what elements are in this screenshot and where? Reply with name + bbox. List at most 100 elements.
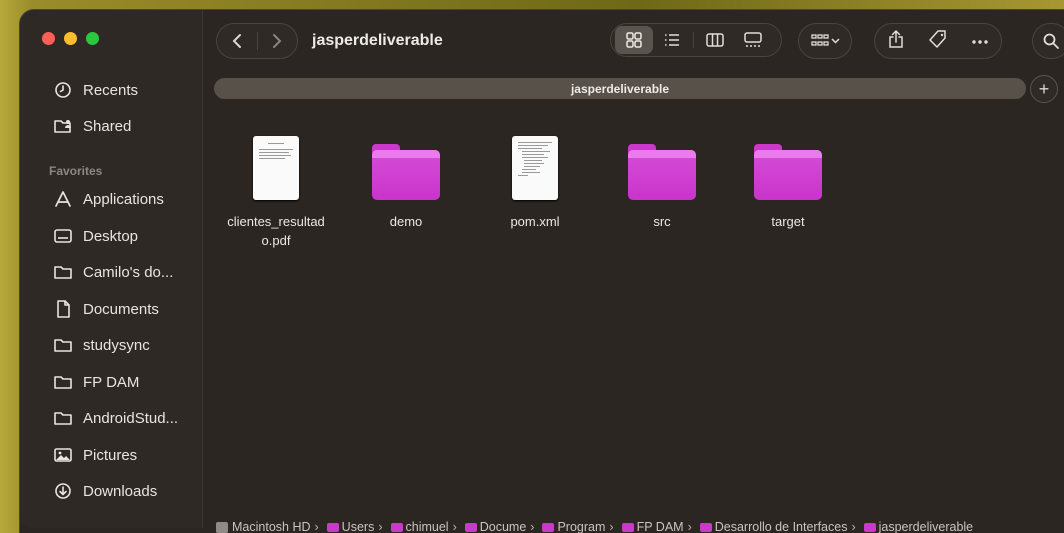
desktop-icon — [53, 226, 73, 246]
window-title: jasperdeliverable — [312, 32, 443, 49]
file-item[interactable]: pom.xml — [479, 130, 591, 231]
sidebar-item-camilos-docs[interactable]: Camilo's do... — [53, 260, 173, 284]
path-crumb-root[interactable]: Macintosh HD — [216, 520, 311, 533]
path-crumb[interactable]: FP DAM — [618, 520, 684, 533]
sidebar-item-androidstudio[interactable]: AndroidStud... — [53, 406, 178, 430]
path-crumb[interactable]: chimuel — [387, 520, 449, 533]
file-name: src — [653, 214, 671, 229]
sidebar-item-label: Camilo's do... — [83, 263, 174, 281]
navigation-controls — [216, 23, 298, 59]
sidebar-item-label: Downloads — [83, 482, 158, 500]
columns-icon — [706, 33, 724, 47]
sidebar-item-pictures[interactable]: Pictures — [53, 443, 137, 467]
applications-icon — [53, 189, 73, 209]
forward-button[interactable] — [257, 24, 297, 58]
chevron-right-icon: › — [378, 520, 383, 533]
search-button[interactable] — [1032, 23, 1064, 59]
hard-drive-icon — [216, 521, 228, 533]
chevron-right-icon: › — [609, 520, 614, 533]
list-icon — [665, 34, 679, 46]
sidebar-item-label: Documents — [83, 300, 159, 318]
back-button[interactable] — [217, 24, 257, 58]
file-name: pom.xml — [510, 214, 560, 229]
clock-icon — [53, 80, 73, 100]
tag-button[interactable] — [928, 29, 948, 54]
action-controls — [874, 23, 1002, 59]
path-crumb[interactable]: Docume — [461, 520, 527, 533]
crumb-label: chimuel — [405, 520, 449, 533]
sidebar-item-fp-dam[interactable]: FP DAM — [53, 370, 139, 394]
group-by-button[interactable] — [798, 23, 852, 59]
file-item[interactable]: clientes_resultad o.pdf — [220, 130, 332, 250]
sidebar-item-documents[interactable]: Documents — [53, 297, 159, 321]
sidebar-item-label: Desktop — [83, 227, 139, 245]
path-crumb[interactable]: Program — [538, 520, 605, 533]
minimize-button[interactable] — [64, 32, 77, 45]
download-icon — [53, 481, 73, 501]
path-crumb[interactable]: Desarrollo de Interfaces — [696, 520, 848, 533]
folder-icon — [53, 335, 73, 355]
chevron-down-icon — [830, 38, 840, 44]
window-controls — [42, 32, 99, 45]
folder-item[interactable]: demo — [350, 130, 462, 231]
search-icon — [1043, 33, 1059, 49]
folder-item[interactable]: target — [732, 130, 844, 231]
view-mode-controls — [610, 23, 782, 57]
folder-icon — [326, 522, 339, 532]
more-button[interactable] — [971, 32, 989, 50]
gallery-icon — [744, 32, 762, 47]
gallery-view-button[interactable] — [734, 26, 772, 54]
sidebar-item-recents[interactable]: Recents — [53, 78, 138, 102]
sidebar-item-label: Pictures — [83, 446, 138, 464]
new-tab-button[interactable]: + — [1030, 75, 1058, 103]
sidebar-item-label: FP DAM — [83, 373, 140, 391]
sidebar-item-label: Shared — [83, 117, 132, 135]
crumb-label: Docume — [479, 520, 527, 533]
shared-folder-icon — [53, 116, 73, 136]
sidebar-item-label: AndroidStud... — [83, 409, 179, 427]
folder-icon — [699, 522, 712, 532]
finder-window: Recents Shared Favorites Applications De… — [20, 10, 1064, 533]
chevron-right-icon: › — [530, 520, 535, 533]
crumb-label: Macintosh HD — [232, 520, 311, 533]
chevron-right-icon — [273, 34, 282, 48]
crumb-label: Desarrollo de Interfaces — [714, 520, 848, 533]
group-icon — [810, 34, 829, 46]
sidebar-item-studysync[interactable]: studysync — [53, 333, 150, 357]
toolbar: jasperdeliverable — [202, 10, 1064, 74]
folder-icon — [53, 408, 73, 428]
share-button[interactable] — [887, 29, 905, 54]
chevron-right-icon: › — [314, 520, 319, 533]
sidebar: Recents Shared Favorites Applications De… — [20, 10, 203, 528]
folder-icon — [542, 522, 555, 532]
chevron-right-icon: › — [687, 520, 692, 533]
pdf-file-icon — [220, 130, 332, 200]
tab-jasperdeliverable[interactable]: jasperdeliverable — [214, 78, 1026, 99]
folder-item[interactable]: src — [606, 130, 718, 231]
sidebar-item-desktop[interactable]: Desktop — [53, 224, 138, 248]
pictures-icon — [53, 445, 73, 465]
path-crumb[interactable]: jasperdeliverable — [860, 520, 973, 533]
share-icon — [888, 29, 903, 48]
chevron-right-icon: › — [452, 520, 457, 533]
close-button[interactable] — [42, 32, 55, 45]
sidebar-item-label: studysync — [83, 336, 150, 354]
path-crumb[interactable]: Users — [323, 520, 374, 533]
folder-icon — [390, 522, 403, 532]
tab-label: jasperdeliverable — [570, 81, 670, 96]
folder-icon — [350, 130, 462, 200]
sidebar-item-downloads[interactable]: Downloads — [53, 479, 157, 503]
tag-icon — [929, 29, 946, 48]
grid-icon — [626, 32, 642, 48]
list-view-button[interactable] — [653, 26, 691, 54]
ellipsis-icon — [972, 40, 989, 44]
icon-view-button[interactable] — [615, 26, 653, 54]
zoom-button[interactable] — [86, 32, 99, 45]
sidebar-item-applications[interactable]: Applications — [53, 187, 164, 211]
sidebar-item-shared[interactable]: Shared — [53, 114, 131, 138]
column-view-button[interactable] — [696, 26, 734, 54]
path-bar: Macintosh HD › Users › chimuel › Docume … — [216, 516, 1064, 533]
folder-icon — [606, 130, 718, 200]
folder-icon — [464, 522, 477, 532]
xml-file-icon — [479, 130, 591, 200]
